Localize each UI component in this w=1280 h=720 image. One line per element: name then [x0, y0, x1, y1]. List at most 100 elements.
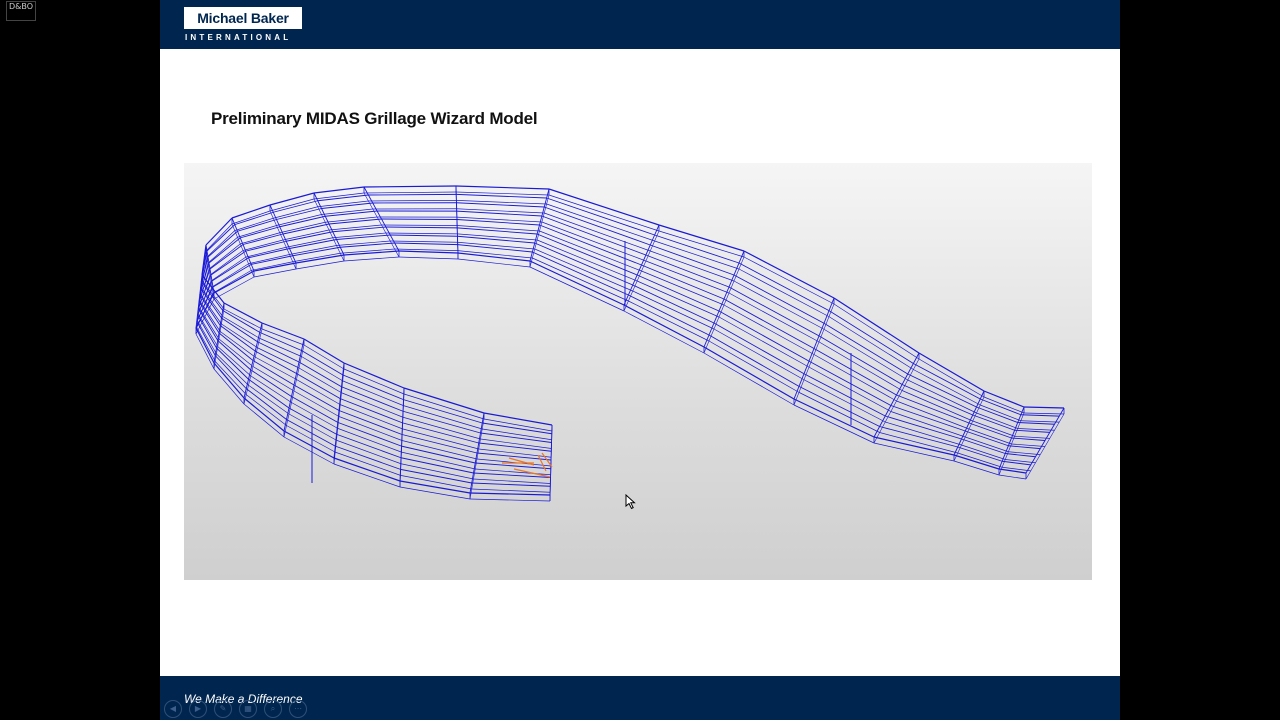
deck-bottom-line	[953, 460, 1000, 476]
deck-cross-beam	[793, 297, 835, 400]
slide-footer-bar: We Make a Difference ◀ ▶ ✎ ▦ ⌕ ⋯	[160, 676, 1120, 720]
deck-girder-line	[456, 219, 540, 226]
deck-bottom-line	[529, 266, 625, 312]
deck-bottom-line	[336, 240, 391, 246]
more-icon[interactable]: ⋯	[289, 700, 307, 718]
deck-cross-beam	[793, 303, 835, 406]
deck-bottom-line	[333, 463, 401, 488]
deck-bottom-line	[286, 237, 333, 248]
deck-girder-line	[650, 244, 735, 276]
presentation-slide: Michael Baker INTERNATIONAL Preliminary …	[160, 0, 1120, 720]
deck-bottom-line	[402, 428, 479, 450]
deck-bottom-line	[718, 316, 810, 368]
deck-girder-line	[534, 242, 633, 286]
deck-girder-line	[282, 223, 330, 235]
deck-girder-line	[394, 242, 458, 246]
deck-bottom-line	[818, 341, 903, 391]
deck-bottom-line	[645, 260, 730, 294]
deck-bottom-line	[336, 439, 402, 465]
deck-girder-line	[1023, 406, 1065, 409]
deck-girder-line	[808, 360, 892, 406]
deck-bottom-line	[381, 224, 458, 226]
deck-girder-line	[401, 434, 478, 454]
deck-girder-line	[529, 260, 625, 306]
deck-bottom-line	[276, 214, 322, 226]
deck-bottom-line	[257, 347, 300, 369]
slide-title: Preliminary MIDAS Grillage Wizard Model	[211, 109, 538, 128]
deck-girder-line	[1014, 429, 1050, 433]
deck-bottom-line	[231, 210, 271, 225]
deck-bottom-line	[828, 316, 914, 370]
deck-girder-line	[879, 426, 958, 448]
deck-bottom-line	[548, 194, 660, 232]
deck-girder-line	[343, 250, 400, 256]
slides-icon[interactable]: ▦	[239, 700, 257, 718]
next-icon[interactable]: ▶	[189, 700, 207, 718]
deck-girder-line	[335, 445, 401, 470]
deck-girder-line	[245, 240, 287, 252]
deck-girder-line	[658, 224, 745, 252]
deck-bottom-line	[456, 225, 540, 232]
deck-bottom-line	[546, 203, 655, 242]
deck-girder-line	[248, 248, 290, 259]
deck-girder-line	[248, 378, 290, 409]
deck-girder-line	[288, 407, 337, 435]
pen-icon[interactable]: ✎	[214, 700, 232, 718]
deck-girder-line	[341, 386, 404, 412]
deck-bottom-line	[301, 356, 343, 382]
deck-girder-line	[965, 430, 1009, 447]
deck-girder-line	[325, 210, 378, 217]
deck-bottom-line	[340, 404, 403, 430]
slide-header-bar: Michael Baker INTERNATIONAL	[160, 0, 1120, 49]
deck-bottom-line	[291, 402, 338, 429]
deck-girder-line	[332, 226, 386, 233]
deck-girder-line	[340, 398, 403, 424]
deck-girder-line	[743, 250, 835, 299]
previous-icon[interactable]: ◀	[164, 700, 182, 718]
deck-bottom-line	[1017, 428, 1055, 431]
deck-bottom-line	[402, 416, 481, 440]
deck-bottom-line	[968, 428, 1012, 445]
deck-girder-line	[328, 218, 382, 225]
deck-girder-line	[223, 302, 263, 324]
deck-girder-line	[976, 406, 1018, 423]
deck-bottom-line	[623, 310, 705, 354]
deck-bottom-line	[965, 436, 1009, 453]
deck-girder-line	[961, 438, 1006, 454]
zoom-icon[interactable]: ⌕	[264, 700, 282, 718]
deck-bottom-line	[234, 217, 274, 231]
deck-girder-line	[403, 399, 483, 424]
deck-girder-line	[983, 390, 1025, 408]
deck-girder-line	[457, 235, 535, 244]
deck-girder-line	[968, 422, 1012, 439]
deck-bottom-line	[879, 432, 958, 454]
deck-girder-line	[823, 322, 908, 375]
deck-bottom-line	[1023, 412, 1065, 415]
deck-bottom-line	[213, 368, 245, 405]
deck-bottom-line	[255, 356, 297, 380]
slideshow-controls: ◀ ▶ ✎ ▦ ⌕ ⋯	[164, 700, 307, 718]
deck-bottom-line	[293, 390, 340, 417]
brand-subtitle: INTERNATIONAL	[185, 33, 292, 42]
deck-bottom-line	[976, 412, 1018, 429]
deck-bottom-line	[1014, 435, 1050, 439]
deck-girder-line	[718, 310, 810, 362]
deck-bottom-line	[282, 229, 330, 241]
grillage-wireframe	[195, 185, 1065, 502]
deck-girder-line	[738, 262, 830, 312]
deck-bottom-line	[961, 444, 1006, 460]
deck-bottom-line	[456, 216, 542, 223]
deck-girder-line	[296, 373, 341, 400]
deck-girder-line	[1008, 445, 1041, 450]
deck-bottom-line	[708, 340, 800, 393]
deck-bottom-line	[1020, 420, 1060, 423]
deck-girder-line	[532, 251, 629, 296]
deck-girder-line	[972, 414, 1015, 431]
deck-girder-line	[654, 234, 740, 264]
deck-girder-line	[231, 204, 271, 219]
deck-cross-beam	[529, 194, 550, 268]
deck-bottom-line	[650, 250, 735, 282]
deck-bottom-line	[338, 416, 403, 441]
deck-girder-line	[957, 446, 1003, 462]
model-viewport	[184, 163, 1092, 580]
